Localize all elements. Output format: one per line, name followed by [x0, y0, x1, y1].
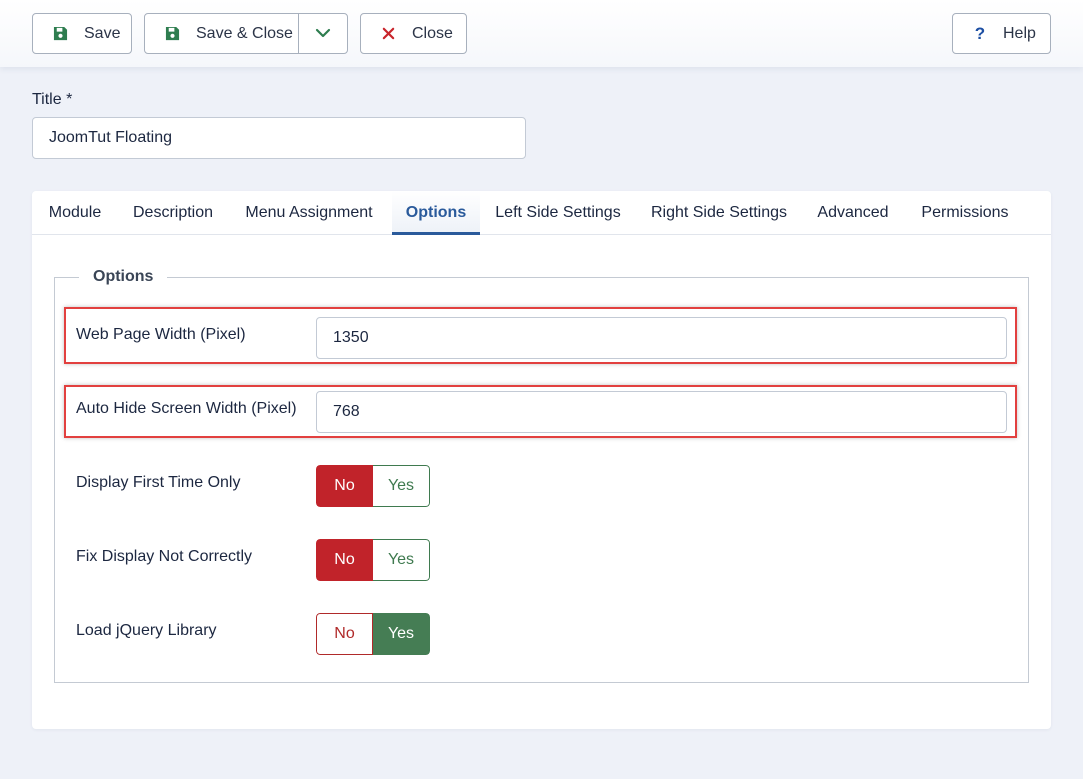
- tab-right-side-settings[interactable]: Right Side Settings: [636, 191, 802, 235]
- floppy-disk-icon: [52, 26, 68, 42]
- options-legend: Options: [79, 268, 168, 286]
- fix-display-yes-option[interactable]: Yes: [373, 539, 430, 581]
- toolbar: Save Save & Close Close ? Help: [0, 0, 1083, 67]
- tab-menu-assignment[interactable]: Menu Assignment: [228, 191, 390, 235]
- auto-hide-width-input[interactable]: [316, 391, 1007, 433]
- fix-display-label: Fix Display Not Correctly: [76, 548, 253, 565]
- x-icon: [380, 26, 396, 42]
- tab-advanced[interactable]: Advanced: [802, 191, 904, 235]
- auto-hide-width-label: Auto Hide Screen Width (Pixel): [76, 400, 297, 417]
- tab-permissions[interactable]: Permissions: [904, 191, 1026, 235]
- title-label: Title *: [32, 91, 73, 108]
- display-first-time-label: Display First Time Only: [76, 474, 241, 491]
- display-first-time-no-option[interactable]: No: [316, 465, 373, 507]
- close-button-label: Close: [412, 24, 453, 42]
- save-button-label: Save: [84, 24, 121, 42]
- question-mark-icon: ?: [974, 23, 986, 43]
- tab-options[interactable]: Options: [392, 191, 480, 235]
- chevron-down-icon: [315, 25, 331, 43]
- web-page-width-label: Web Page Width (Pixel): [76, 326, 246, 343]
- tab-left-side-settings[interactable]: Left Side Settings: [480, 191, 636, 235]
- save-close-button[interactable]: Save & Close: [145, 14, 298, 53]
- help-button[interactable]: ? Help: [952, 13, 1051, 54]
- title-input[interactable]: [32, 117, 526, 159]
- module-edit-card: Module Description Menu Assignment Optio…: [32, 191, 1051, 729]
- floppy-disk-icon: [164, 26, 180, 42]
- display-first-time-yes-option[interactable]: Yes: [373, 465, 430, 507]
- load-jquery-yes-option[interactable]: Yes: [373, 613, 430, 655]
- fix-display-no-option[interactable]: No: [316, 539, 373, 581]
- load-jquery-no-option[interactable]: No: [316, 613, 373, 655]
- save-options-dropdown-button[interactable]: [298, 14, 347, 53]
- web-page-width-input[interactable]: [316, 317, 1007, 359]
- save-close-button-group: Save & Close: [144, 13, 348, 54]
- tab-module[interactable]: Module: [32, 191, 118, 235]
- help-button-label: Help: [1003, 24, 1036, 42]
- tab-description[interactable]: Description: [118, 191, 228, 235]
- load-jquery-switch: No Yes: [316, 613, 430, 655]
- save-close-button-label: Save & Close: [196, 24, 293, 42]
- tab-bar: Module Description Menu Assignment Optio…: [32, 191, 1051, 235]
- close-button[interactable]: Close: [360, 13, 467, 54]
- load-jquery-label: Load jQuery Library: [76, 622, 217, 639]
- fix-display-switch: No Yes: [316, 539, 430, 581]
- display-first-time-switch: No Yes: [316, 465, 430, 507]
- save-button[interactable]: Save: [32, 13, 132, 54]
